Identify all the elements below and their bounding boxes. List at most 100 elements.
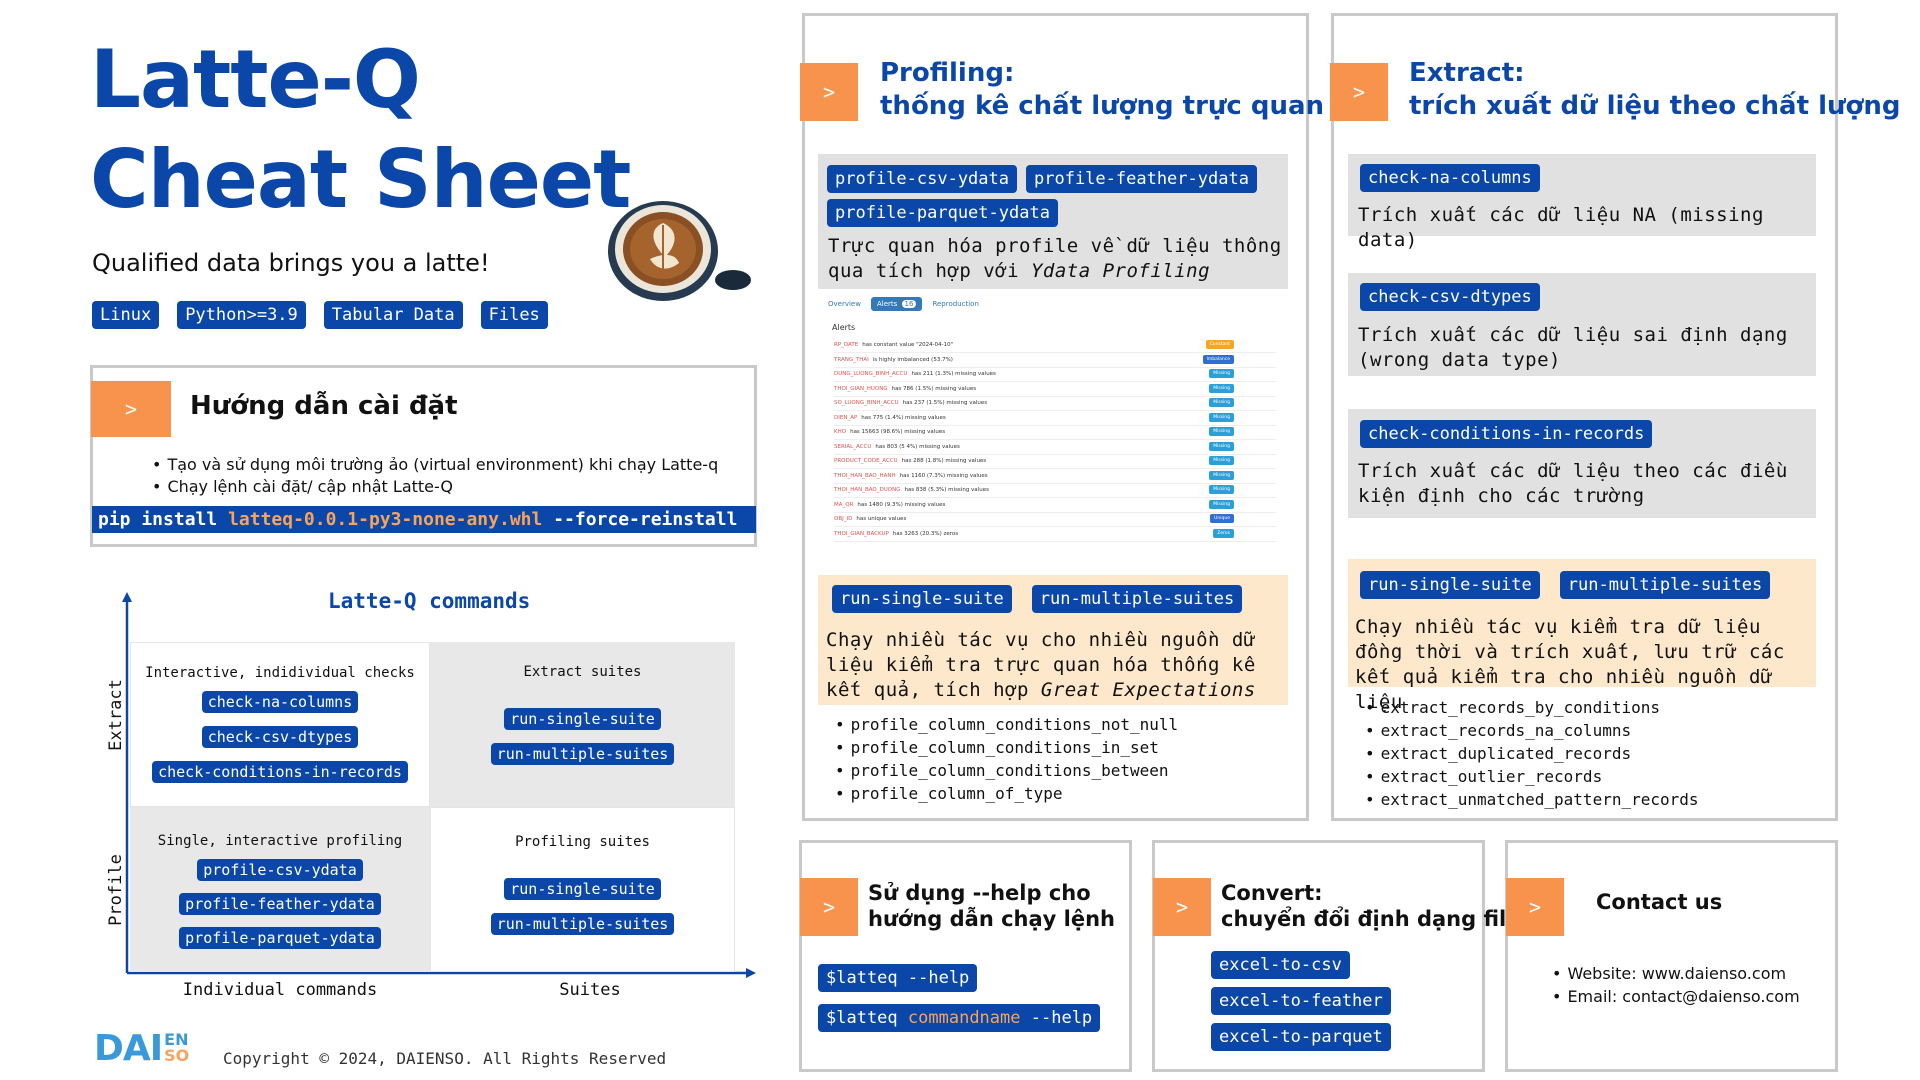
extract-title-line-1: Extract: [1409, 58, 1525, 88]
ydata-alert-column: RP_DATE [834, 342, 859, 348]
help-command[interactable]: $latteq --help [818, 964, 978, 992]
install-cmd-package: latteq-0.0.1-py3-none-any.whl [228, 509, 543, 530]
convert-chevron-icon: > [1153, 878, 1211, 936]
cmd-run-single-suite[interactable]: run-single-suite [504, 878, 661, 900]
ydata-tabs: Overview Alerts 16 Reproduction [826, 297, 981, 311]
ydata-alert-badge: Imbalance [1202, 354, 1234, 364]
ydata-alert-rows: RP_DATE has constant value "2024-04-10" Co… [820, 339, 1290, 542]
ydata-alert-badge: Missing [1209, 427, 1234, 436]
badge-files: Files [480, 301, 548, 329]
cmd-run-single-suite[interactable]: run-single-suite [832, 585, 1012, 613]
ydata-alert-badge: Missing [1209, 470, 1234, 480]
extract-item-desc: Trích xuất các dữ liệu NA (missing data) [1358, 204, 1764, 251]
title-line-2: Cheat Sheet [90, 133, 631, 226]
function-item: extract_records_by_conditions [1365, 696, 1699, 719]
ydata-alert-row: DUNG_LUONG_BINH_ACCU has 211 (1.3%) missi… [834, 368, 1276, 382]
cmd-check-csv-dtypes[interactable]: check-csv-dtypes [1360, 283, 1540, 311]
cmd-check-conditions-in-records[interactable]: check-conditions-in-records [1360, 420, 1653, 448]
ydata-alert-column: DUNG_LUONG_BINH_ACCU [834, 371, 908, 377]
cmd-run-single-suite[interactable]: run-single-suite [1360, 571, 1540, 599]
contact-email-link[interactable]: Email: contact@daienso.com [1552, 985, 1799, 1008]
extract-function-list: extract_records_by_conditions extract_re… [1365, 696, 1699, 811]
contact-title: Contact us [1596, 890, 1723, 914]
profiling-title-line-1: Profiling: [880, 58, 1015, 88]
cmd-profile-feather-ydata[interactable]: profile-feather-ydata [179, 893, 381, 915]
cmd-check-na-columns[interactable]: check-na-columns [1360, 164, 1540, 192]
cmd-check-csv-dtypes[interactable]: check-csv-dtypes [201, 726, 359, 748]
ydata-alert-column: DIEN_AP [834, 414, 858, 421]
ydata-alert-column: TRANG_THAI [834, 356, 869, 363]
ydata-alert-badge: Constant [1205, 340, 1234, 349]
ydata-alert-column: MA_QR [834, 501, 854, 508]
contact-website-link[interactable]: Website: www.daienso.com [1552, 962, 1800, 985]
quadrant-title: Profiling suites [515, 834, 650, 850]
ydata-alert-column: KHO [834, 429, 847, 435]
profiling-desc-em: Ydata Profiling [1030, 260, 1211, 282]
cmd-excel-to-csv[interactable]: excel-to-csv [1211, 951, 1350, 979]
ydata-alert-badge: Missing [1209, 398, 1234, 407]
cmd-profile-parquet-ydata[interactable]: profile-parquet-ydata [179, 927, 381, 949]
x-axis-label-suites: Suites [559, 980, 621, 1000]
ydata-alert-text: has 838 (5.3%) missing values [904, 487, 989, 493]
contact-panel [1505, 840, 1838, 1072]
quadrant-extract-individual: Interactive, indidividual checks check-n… [130, 642, 430, 807]
profiling-suites-desc: Chạy nhiều tác vụ cho nhiều nguồn dữ liệ… [826, 628, 1281, 703]
contact-chevron-icon: > [1506, 878, 1564, 936]
function-item: extract_duplicated_records [1365, 742, 1699, 765]
cmd-run-single-suite[interactable]: run-single-suite [504, 708, 661, 730]
ydata-alert-column: THOI_HAN_BAO_DUONG [834, 487, 901, 493]
y-axis-label-profile: Profile [106, 854, 126, 926]
daienso-logo: DAI EN SO [94, 1027, 189, 1069]
ydata-alert-row: PRODUCT_CODE_ACCU has 288 (1.8%) missing … [834, 455, 1276, 469]
cmd-check-conditions-in-records[interactable]: check-conditions-in-records [152, 761, 408, 783]
ydata-alert-text: has 803 (5 4%) missing values [875, 443, 960, 450]
quadrant-extract-suites: Extract suites run-single-suite run-mult… [430, 642, 735, 807]
ydata-alert-row: SERIAL_ACCU has 803 (5 4%) missing values… [834, 441, 1276, 455]
ydata-alert-badge: Missing [1209, 456, 1234, 465]
badge-tabular: Tabular Data [323, 301, 463, 329]
ydata-alert-column: THOI_HAN_BAO_HANH [834, 472, 896, 479]
ydata-alert-row: SO_LUONG_BINH_ACCU has 237 (1.5%) missing… [834, 397, 1276, 411]
quadrant-profile-suites: Profiling suites run-single-suite run-mu… [430, 807, 735, 972]
function-item: extract_outlier_records [1365, 765, 1699, 788]
cmd-profile-csv-ydata[interactable]: profile-csv-ydata [197, 859, 363, 881]
ydata-alert-badge: Zeros [1213, 528, 1234, 538]
help-title: Sử dụng --help cho hướng dẫn chạy lệnh [868, 880, 1115, 932]
cmd-excel-to-feather[interactable]: excel-to-feather [1211, 987, 1391, 1015]
install-bullets: Tạo và sử dụng môi trường ảo (virtual en… [152, 454, 718, 498]
convert-title-line-2: chuyển đổi định dạng file [1221, 907, 1521, 931]
help-title-line-1: Sử dụng --help cho [868, 881, 1091, 905]
install-command[interactable]: pip install latteq-0.0.1-py3-none-any.wh… [92, 506, 756, 533]
x-axis-label-individual: Individual commands [182, 980, 378, 1000]
help-title-line-2: hướng dẫn chạy lệnh [868, 907, 1115, 931]
ydata-alert-badge: Missing [1209, 499, 1234, 509]
help-cmd2-prefix: $latteq [826, 1008, 898, 1028]
ydata-alert-text: has 15663 (98.6%) missing values [850, 429, 946, 435]
ydata-alert-badge: Missing [1209, 441, 1234, 451]
cmd-profile-feather-ydata[interactable]: profile-feather-ydata [1026, 165, 1257, 193]
ydata-alert-row: KHO has 15663 (98.6%) missing values Missi… [834, 426, 1276, 440]
ydata-alert-badge: Missing [1209, 369, 1234, 378]
cmd-run-multiple-suites[interactable]: run-multiple-suites [490, 913, 675, 935]
cmd-check-na-columns[interactable]: check-na-columns [201, 691, 359, 713]
ydata-alert-row: RP_DATE has constant value "2024-04-10" Co… [834, 339, 1276, 353]
cmd-run-multiple-suites[interactable]: run-multiple-suites [490, 743, 675, 765]
cmd-excel-to-parquet[interactable]: excel-to-parquet [1211, 1023, 1391, 1051]
ydata-alert-badge: Unique [1210, 514, 1234, 523]
cmd-run-multiple-suites[interactable]: run-multiple-suites [1559, 571, 1771, 599]
logo-main: DAI [94, 1027, 163, 1069]
ydata-alert-row: THOI_HAN_BAO_HANH has 1160 (7.3%) missing… [834, 470, 1276, 484]
help-command-name[interactable]: $latteq commandname --help [818, 1004, 1101, 1032]
install-cmd-prefix: pip install [98, 509, 218, 530]
y-axis-label-extract: Extract [106, 679, 126, 751]
cmd-run-multiple-suites[interactable]: run-multiple-suites [1031, 585, 1243, 613]
profiling-commands-box: profile-csv-ydata profile-feather-ydata … [818, 154, 1288, 289]
extract-suites-box: run-single-suite run-multiple-suites Chạ… [1348, 559, 1816, 713]
cmd-profile-csv-ydata[interactable]: profile-csv-ydata [827, 165, 1017, 193]
ydata-alert-row: DIEN_AP has 775 (1.4%) missing values Miss… [834, 412, 1276, 426]
install-chevron-icon: > [91, 381, 171, 437]
ydata-alert-row: TRANG_THAI is highly imbalanced (53.7%) Im… [834, 354, 1276, 368]
cmd-profile-parquet-ydata[interactable]: profile-parquet-ydata [827, 199, 1058, 227]
help-cmd2-suffix: --help [1030, 1008, 1093, 1028]
extract-item-desc: Trích xuất các dữ liệu sai định dạng (wr… [1358, 324, 1788, 371]
